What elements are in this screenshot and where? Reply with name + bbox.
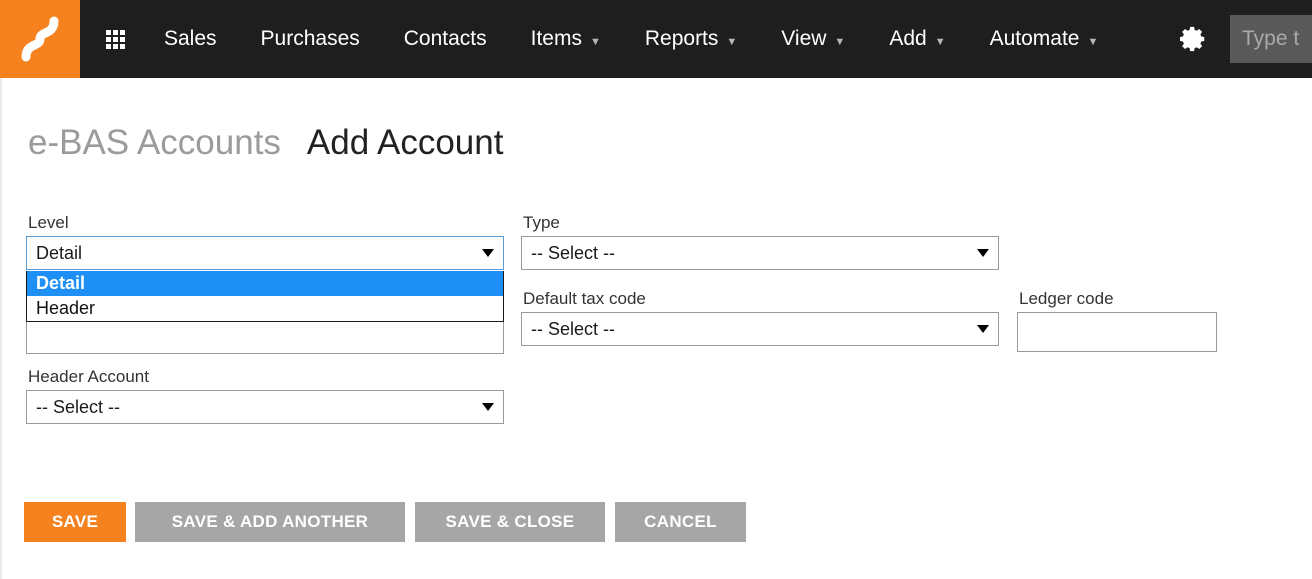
save-and-close-button[interactable]: SAVE & CLOSE [415,502,605,542]
level-option-detail[interactable]: Detail [27,271,503,296]
save-button[interactable]: SAVE [24,502,126,542]
primary-nav: Sales Purchases Contacts Items ▼ Reports… [142,0,1160,78]
saasu-logo-icon [21,16,59,62]
nav-item-label: Items [530,27,582,50]
saasu-logo[interactable] [0,0,80,78]
chevron-down-icon [977,325,989,333]
search-input[interactable] [1230,15,1312,63]
gear-icon [1180,26,1205,52]
chevron-down-icon: ▼ [834,35,846,48]
save-and-add-another-button[interactable]: SAVE & ADD ANOTHER [135,502,405,542]
nav-item-label: Add [889,27,927,50]
chevron-down-icon [977,249,989,257]
nav-item-purchases[interactable]: Purchases [239,0,382,78]
header-account-select[interactable]: -- Select -- [26,390,504,424]
nav-item-items[interactable]: Items ▼ [509,0,623,78]
nav-item-sales[interactable]: Sales [142,0,239,78]
grid-apps-icon [105,29,125,49]
level-label: Level [28,213,69,232]
nav-item-label: View [781,27,827,50]
level-select[interactable]: Detail [26,236,504,270]
header-account-select-value: -- Select -- [36,397,121,417]
type-select[interactable]: -- Select -- [521,236,999,270]
default-tax-code-label: Default tax code [523,289,646,308]
ledger-code-input[interactable] [1017,312,1217,352]
page-body: e-BAS Accounts Add Account Level Detail … [0,78,1312,579]
type-label: Type [523,213,560,232]
chevron-down-icon: ▼ [589,35,601,48]
level-select-value: Detail [36,243,83,263]
apps-grid-button[interactable] [88,0,142,78]
type-select-value: -- Select -- [531,243,616,263]
level-option-header[interactable]: Header [27,296,503,321]
nav-item-reports[interactable]: Reports ▼ [623,0,759,78]
settings-button[interactable] [1160,0,1226,78]
nav-item-label: Purchases [260,27,360,50]
default-tax-code-select-value: -- Select -- [531,319,616,339]
add-account-form: Level Detail Detail Header Header Accoun… [2,78,1312,579]
chevron-down-icon: ▼ [1087,35,1099,48]
chevron-down-icon [482,403,494,411]
default-tax-code-select[interactable]: -- Select -- [521,312,999,346]
nav-item-contacts[interactable]: Contacts [382,0,509,78]
level-dropdown-options: Detail Header [26,271,504,322]
nav-item-add[interactable]: Add ▼ [867,0,967,78]
chevron-down-icon: ▼ [726,35,738,48]
nav-item-label: Contacts [403,27,487,50]
nav-item-view[interactable]: View ▼ [759,0,867,78]
ledger-code-label: Ledger code [1019,289,1114,308]
nav-item-label: Automate [989,27,1080,50]
top-navbar: Sales Purchases Contacts Items ▼ Reports… [0,0,1312,78]
header-account-label: Header Account [28,367,149,386]
nav-item-automate[interactable]: Automate ▼ [968,0,1121,78]
cancel-button[interactable]: CANCEL [615,502,746,542]
nav-item-label: Sales [164,27,217,50]
chevron-down-icon: ▼ [934,35,946,48]
chevron-down-icon [482,249,494,257]
obscured-text-input[interactable] [26,320,504,354]
nav-item-label: Reports [644,27,719,50]
